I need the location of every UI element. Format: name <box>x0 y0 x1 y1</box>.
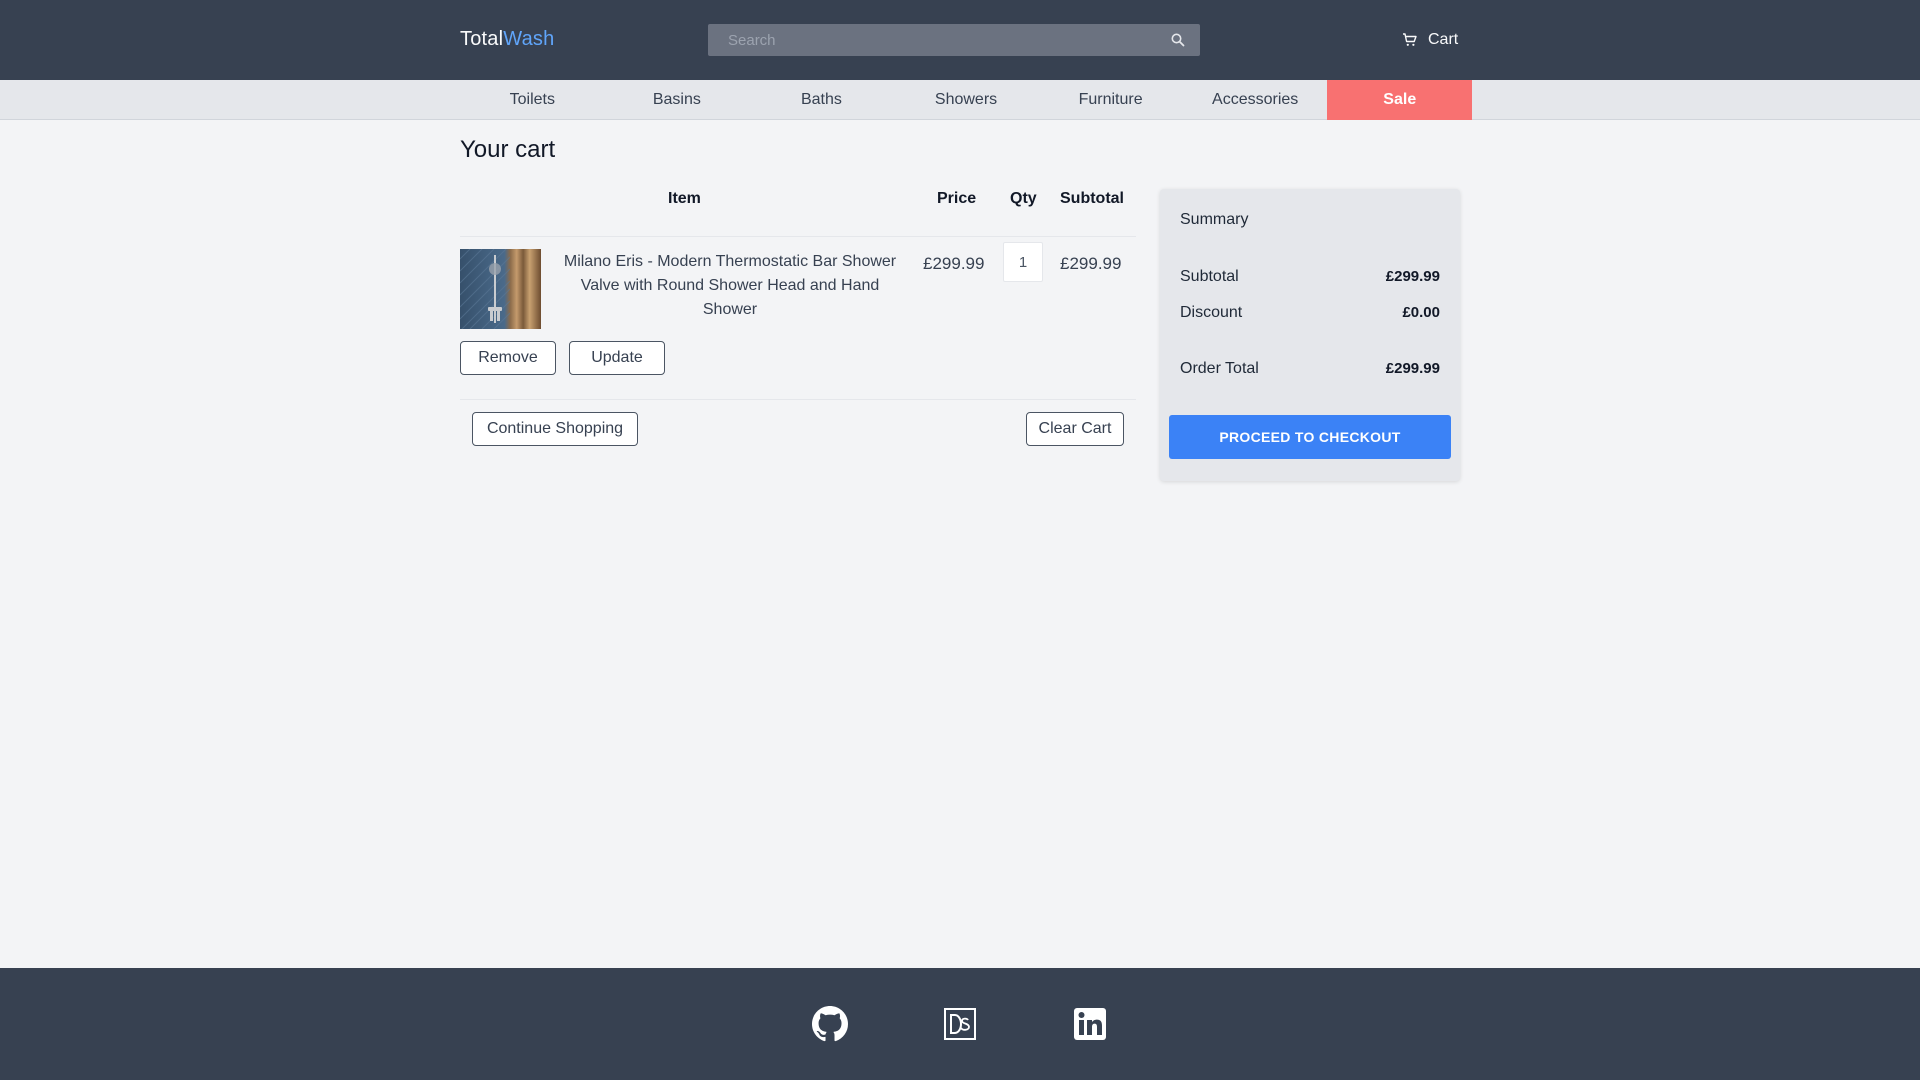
column-header-qty: Qty <box>1010 190 1037 207</box>
subtotal-label: Subtotal <box>1180 268 1239 285</box>
top-header: TotalWash Cart <box>0 0 1920 80</box>
table-divider <box>460 399 1136 400</box>
order-summary: Summary Subtotal £299.99 Discount £0.00 … <box>1160 189 1460 481</box>
clear-cart-button[interactable]: Clear Cart <box>1026 412 1124 446</box>
nav-item-furniture[interactable]: Furniture <box>1038 80 1183 120</box>
linkedin-icon[interactable] <box>1072 1006 1108 1042</box>
cart-link[interactable]: Cart <box>1402 28 1458 52</box>
cart-icon <box>1403 33 1417 46</box>
nav-item-baths[interactable]: Baths <box>749 80 894 120</box>
product-name[interactable]: Milano Eris - Modern Thermostatic Bar Sh… <box>556 250 904 322</box>
product-thumbnail[interactable] <box>460 249 541 329</box>
logo-text-wash: Wash <box>503 28 555 50</box>
summary-total-row: Order Total £299.99 <box>1180 360 1440 378</box>
product-price: £299.99 <box>923 254 985 273</box>
github-icon[interactable] <box>812 1006 848 1042</box>
order-total-label: Order Total <box>1180 360 1259 377</box>
quantity-input[interactable] <box>1003 242 1043 282</box>
search-icon[interactable] <box>1170 32 1186 48</box>
summary-discount-row: Discount £0.00 <box>1180 304 1440 322</box>
summary-subtotal-row: Subtotal £299.99 <box>1180 268 1440 286</box>
update-button[interactable]: Update <box>569 341 665 375</box>
summary-title: Summary <box>1180 211 1249 228</box>
category-nav: Toilets Basins Baths Showers Furniture A… <box>0 80 1920 120</box>
search-input[interactable] <box>708 24 1148 56</box>
remove-button[interactable]: Remove <box>460 341 556 375</box>
discount-value: £0.00 <box>1402 304 1440 321</box>
nav-item-accessories[interactable]: Accessories <box>1183 80 1328 120</box>
column-header-subtotal: Subtotal <box>1060 190 1124 207</box>
nav-item-sale[interactable]: Sale <box>1327 80 1473 120</box>
column-header-price: Price <box>937 190 977 207</box>
table-divider <box>460 236 1136 237</box>
nav-item-toilets[interactable]: Toilets <box>460 80 605 120</box>
proceed-to-checkout-button[interactable]: PROCEED TO CHECKOUT <box>1169 415 1451 459</box>
ds-logo-icon[interactable] <box>942 1006 978 1042</box>
discount-label: Discount <box>1180 304 1243 321</box>
nav-item-showers[interactable]: Showers <box>894 80 1039 120</box>
search-bar <box>708 24 1200 56</box>
page-title: Your cart <box>460 136 556 163</box>
order-total-value: £299.99 <box>1385 360 1440 377</box>
column-header-item: Item <box>668 190 701 207</box>
site-footer <box>0 968 1920 1080</box>
continue-shopping-button[interactable]: Continue Shopping <box>472 412 638 446</box>
subtotal-value: £299.99 <box>1385 268 1440 285</box>
logo-text-total: Total <box>460 28 504 50</box>
nav-item-basins[interactable]: Basins <box>605 80 750 120</box>
product-subtotal: £299.99 <box>1060 254 1122 273</box>
cart-label: Cart <box>1428 31 1459 48</box>
site-logo[interactable]: TotalWash <box>460 28 554 51</box>
